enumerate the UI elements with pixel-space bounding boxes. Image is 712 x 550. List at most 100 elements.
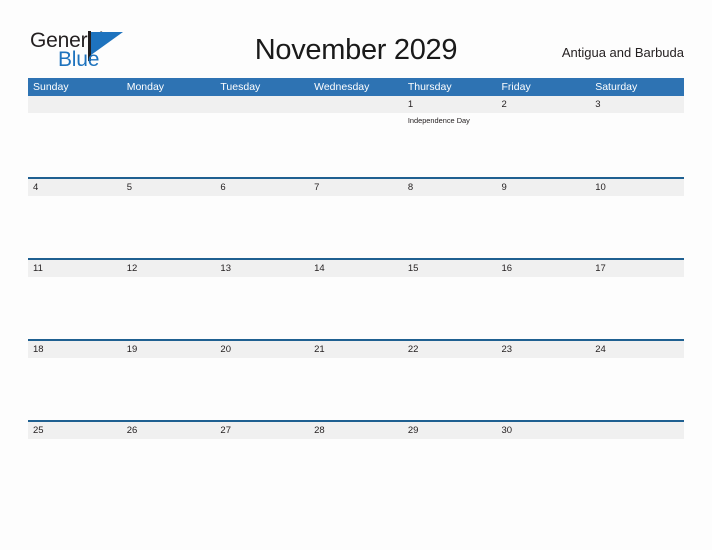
calendar-day-cell[interactable]: 14: [309, 260, 403, 277]
calendar-day-cell[interactable]: 5: [122, 179, 216, 196]
weekday-header-saturday: Saturday: [595, 81, 638, 93]
calendar-event-cell[interactable]: Independence Day: [403, 113, 497, 175]
calendar-day-cell[interactable]: 17: [590, 260, 684, 277]
generalblue-logo[interactable]: General Blue: [30, 30, 150, 72]
day-number: 1: [407, 99, 414, 110]
day-number: 15: [407, 263, 419, 274]
event-band: Independence Day: [28, 113, 684, 175]
calendar-event-cell-empty: [590, 358, 684, 420]
weekday-header-row: Sunday Monday Tuesday Wednesday Thursday Frid…: [28, 78, 684, 96]
date-number-band: 4 5 6 7 8 9 10: [28, 179, 684, 196]
calendar-event-cell-empty: [122, 277, 216, 339]
calendar-event-cell-empty: [497, 277, 591, 339]
calendar-week-row: 1 2 3 Independence Day: [28, 96, 684, 177]
calendar-event-cell-empty: [590, 113, 684, 175]
calendar-day-cell[interactable]: 24: [590, 341, 684, 358]
day-number: 29: [407, 425, 419, 436]
calendar-day-cell[interactable]: 25: [28, 422, 122, 439]
day-number: 3: [595, 99, 601, 110]
weekday-header-friday: Friday: [501, 81, 531, 93]
calendar-event-cell-empty: [122, 439, 216, 501]
calendar-day-cell[interactable]: 7: [309, 179, 403, 196]
page-title: November 2029: [254, 34, 458, 66]
calendar-day-cell[interactable]: 10: [590, 179, 684, 196]
calendar-day-cell[interactable]: 8: [403, 179, 497, 196]
calendar-day-cell-empty: [28, 96, 122, 113]
calendar-event-cell-empty: [497, 113, 591, 175]
calendar-day-cell[interactable]: 28: [309, 422, 403, 439]
calendar-day-cell[interactable]: 29: [403, 422, 497, 439]
calendar-day-cell-empty: [215, 96, 309, 113]
day-number: 12: [126, 263, 138, 274]
calendar-day-cell[interactable]: 16: [497, 260, 591, 277]
calendar-day-cell[interactable]: 12: [122, 260, 216, 277]
calendar-event-cell-empty: [215, 358, 309, 420]
day-number: 30: [501, 425, 513, 436]
calendar-event-cell-empty: [309, 113, 403, 175]
date-number-band: 1 2 3: [28, 96, 684, 113]
calendar-event-cell-empty: [215, 439, 309, 501]
calendar-day-cell[interactable]: 1: [403, 96, 497, 113]
calendar-event-cell-empty: [28, 196, 122, 258]
day-number: 6: [220, 182, 226, 193]
calendar-event-cell-empty: [309, 358, 403, 420]
calendar-day-cell[interactable]: 15: [403, 260, 497, 277]
day-number: 10: [595, 182, 606, 193]
calendar-event-cell-empty: [590, 439, 684, 501]
calendar-day-cell-empty: [309, 96, 403, 113]
weekday-header-tuesday: Tuesday: [220, 81, 261, 93]
region-label: Antigua and Barbuda: [561, 45, 684, 60]
calendar-day-cell[interactable]: 4: [28, 179, 122, 196]
day-number: 5: [126, 182, 132, 193]
page-header: General Blue November 2029 Antigua and B…: [0, 0, 712, 76]
calendar-event-cell-empty: [122, 358, 216, 420]
date-number-band: 25 26 27 28 29 30: [28, 422, 684, 439]
holiday-label: Independence Day: [407, 116, 470, 125]
calendar-day-cell[interactable]: 13: [215, 260, 309, 277]
calendar-day-cell[interactable]: 21: [309, 341, 403, 358]
day-number: 16: [501, 263, 513, 274]
event-band: [28, 439, 684, 501]
day-number: 9: [501, 182, 507, 193]
calendar-event-cell-empty: [590, 277, 684, 339]
calendar-day-cell[interactable]: 19: [122, 341, 216, 358]
calendar-week-row: 11 12 13 14 15 16 17: [28, 258, 684, 339]
calendar-day-cell[interactable]: 30: [497, 422, 591, 439]
day-number: 22: [407, 344, 419, 355]
calendar-event-cell-empty: [309, 277, 403, 339]
calendar-day-cell[interactable]: 22: [403, 341, 497, 358]
calendar-day-cell[interactable]: 23: [497, 341, 591, 358]
calendar-event-cell-empty: [28, 113, 122, 175]
day-number: 21: [314, 344, 325, 355]
day-number: 11: [33, 263, 43, 274]
day-number: 26: [126, 425, 138, 436]
calendar-day-cell[interactable]: 11: [28, 260, 122, 277]
calendar-event-cell-empty: [403, 196, 497, 258]
calendar-event-cell-empty: [215, 113, 309, 175]
calendar-event-cell-empty: [403, 358, 497, 420]
calendar-event-cell-empty: [28, 439, 122, 501]
calendar-day-cell[interactable]: 9: [497, 179, 591, 196]
calendar-day-cell[interactable]: 20: [215, 341, 309, 358]
calendar-event-cell-empty: [403, 277, 497, 339]
date-number-band: 11 12 13 14 15 16 17: [28, 260, 684, 277]
calendar-day-cell[interactable]: 26: [122, 422, 216, 439]
day-number: 24: [595, 344, 606, 355]
event-band: [28, 196, 684, 258]
event-band: [28, 358, 684, 420]
calendar-event-cell-empty: [590, 196, 684, 258]
calendar-week-row: 18 19 20 21 22 23 24: [28, 339, 684, 420]
calendar-day-cell[interactable]: 6: [215, 179, 309, 196]
calendar-day-cell[interactable]: 18: [28, 341, 122, 358]
calendar-day-cell[interactable]: 27: [215, 422, 309, 439]
logo-text-blue: Blue: [58, 48, 100, 71]
calendar-event-cell-empty: [122, 196, 216, 258]
calendar-day-cell[interactable]: 2: [497, 96, 591, 113]
calendar-event-cell-empty: [497, 358, 591, 420]
weekday-header-wednesday: Wednesday: [314, 81, 370, 93]
day-number: 18: [33, 344, 44, 355]
day-number: 28: [314, 425, 325, 436]
day-number: 19: [126, 344, 138, 355]
calendar-day-cell[interactable]: 3: [590, 96, 684, 113]
event-band: [28, 277, 684, 339]
